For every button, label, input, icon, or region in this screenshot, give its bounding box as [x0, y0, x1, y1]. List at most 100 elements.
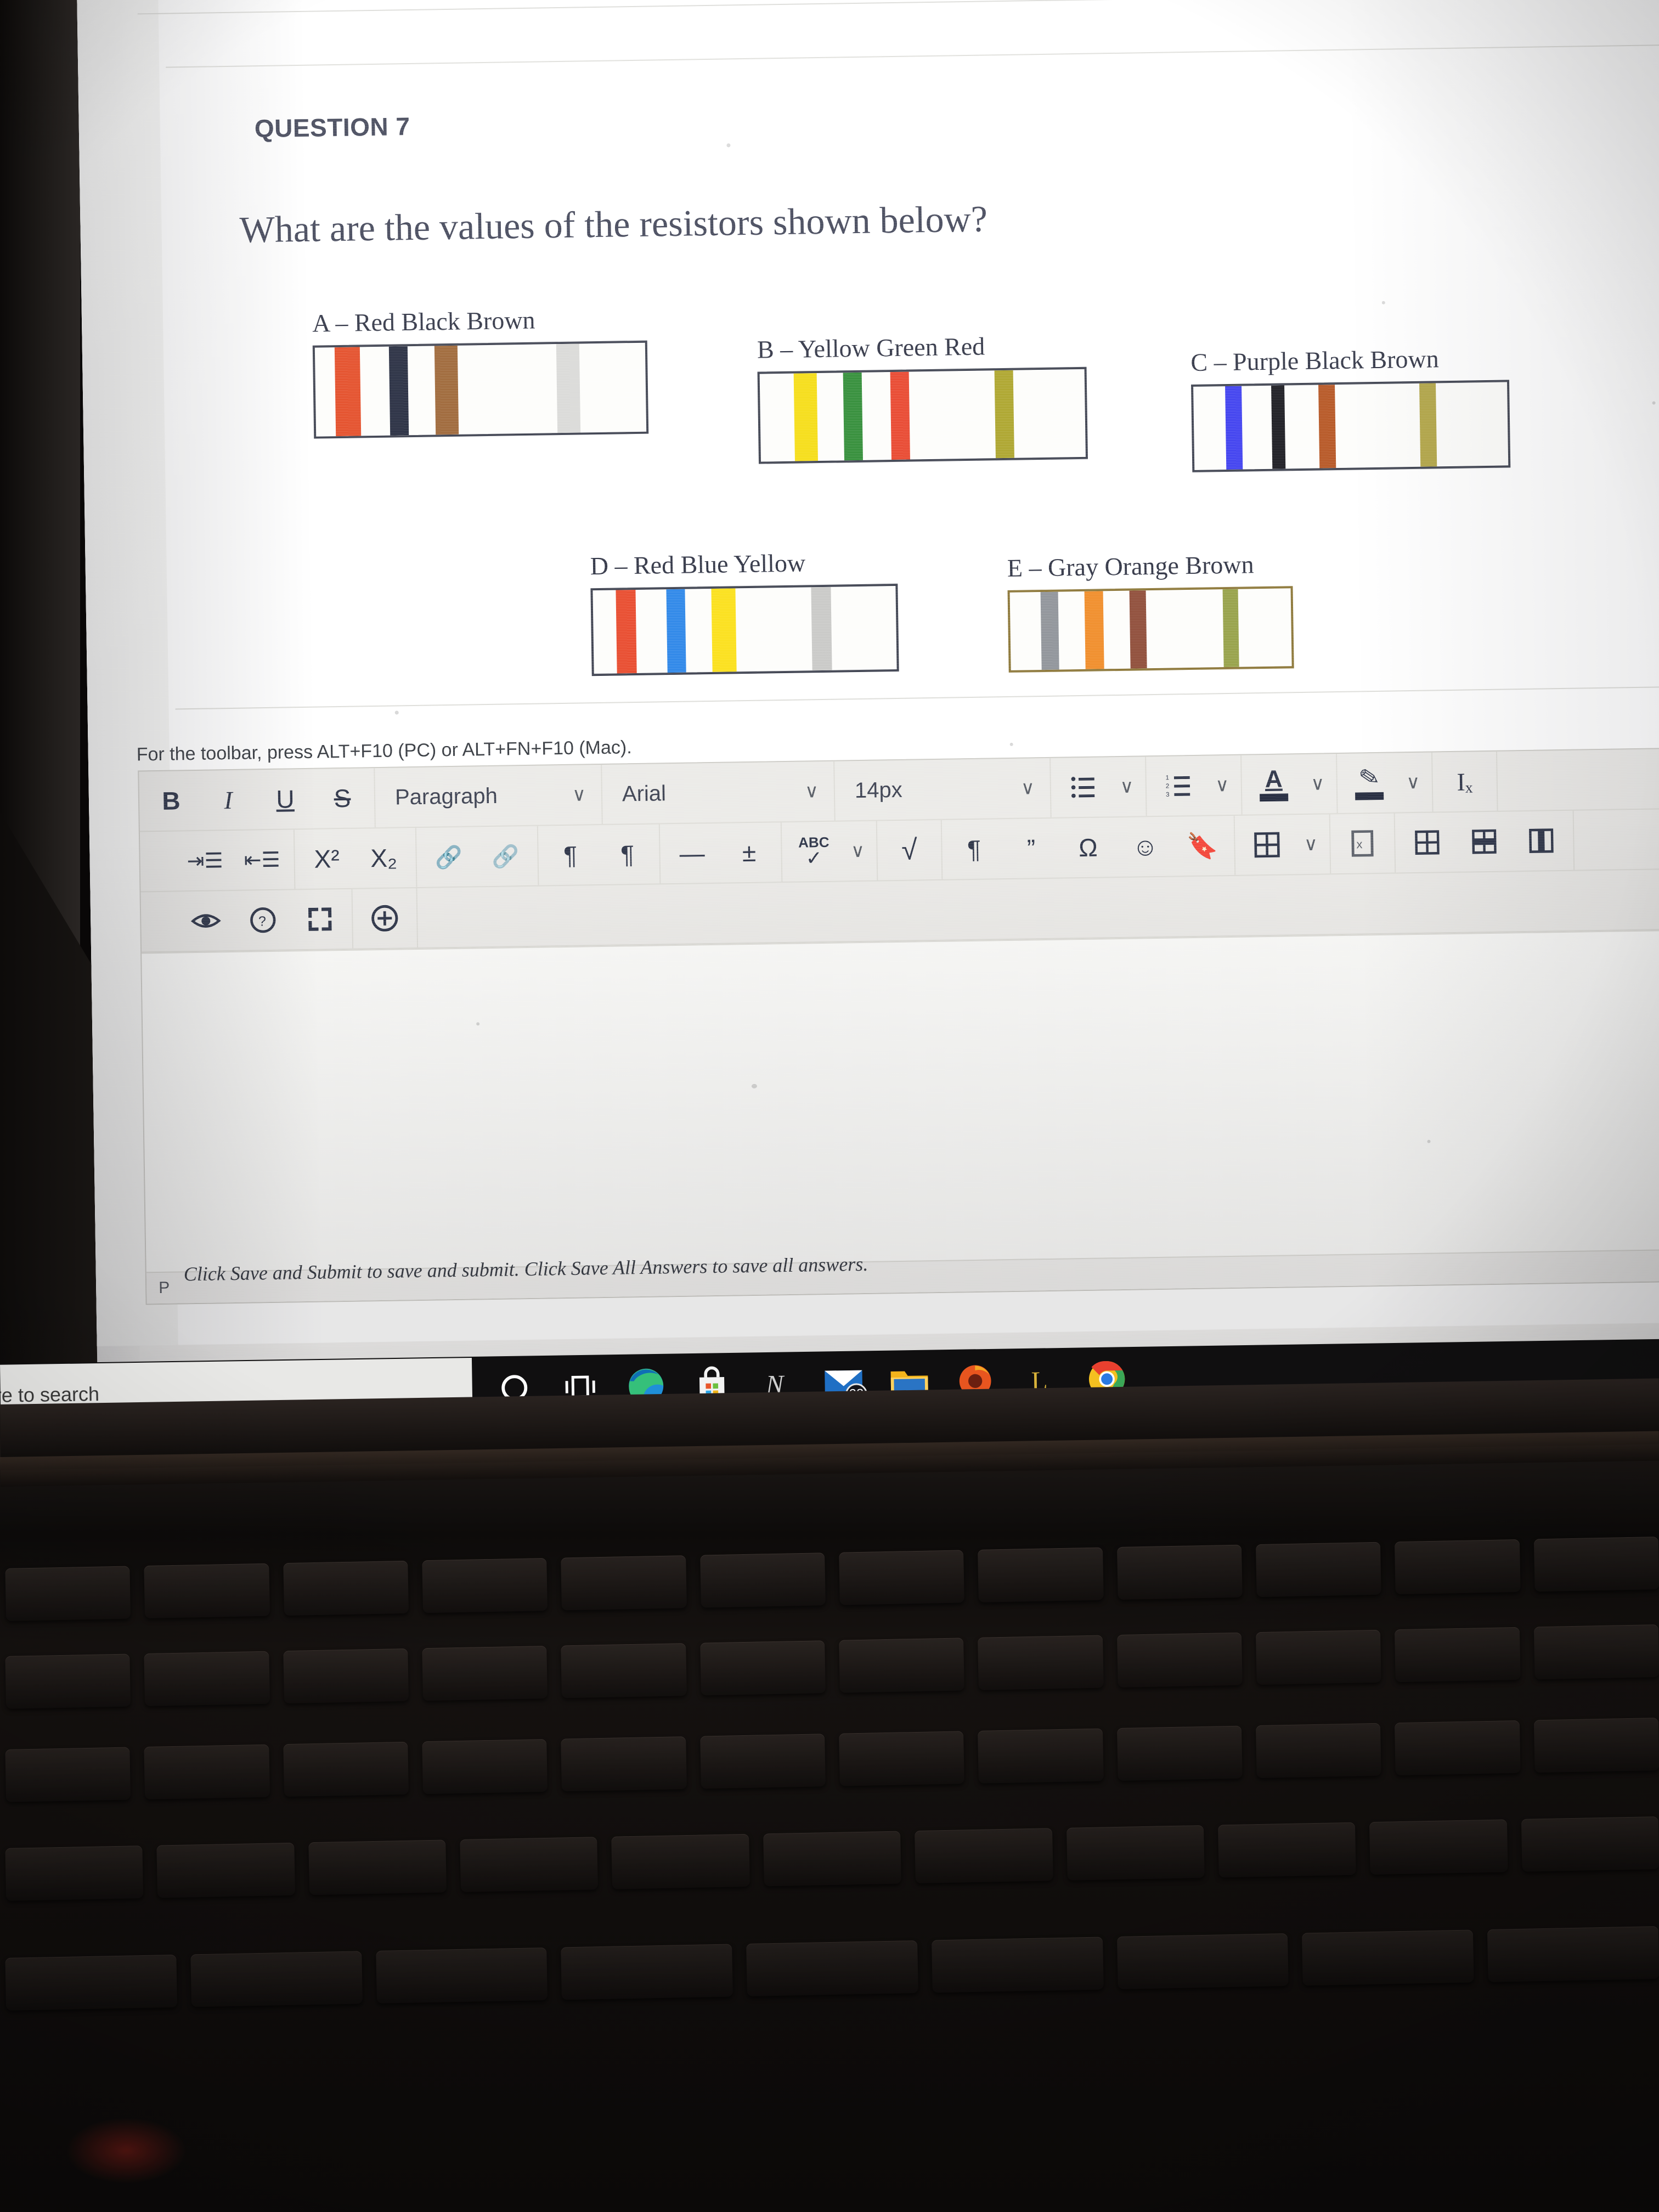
- key[interactable]: [915, 1828, 1053, 1883]
- paragraph-style-select[interactable]: Paragraph ∨: [378, 766, 598, 826]
- key[interactable]: [460, 1837, 599, 1892]
- subscript-icon[interactable]: X₂: [355, 829, 413, 887]
- toolbar-group-highlight-color[interactable]: ✎ ∨: [1337, 752, 1434, 814]
- help-icon[interactable]: ?: [234, 891, 292, 949]
- insert-table-icon[interactable]: [1238, 816, 1296, 874]
- key[interactable]: [1255, 1723, 1382, 1779]
- insert-link-icon[interactable]: 🔗: [420, 828, 478, 886]
- key[interactable]: [978, 1635, 1104, 1690]
- bullet-list-chevron-down-icon[interactable]: ∨: [1111, 758, 1143, 815]
- horizontal-rule-icon[interactable]: —: [663, 825, 721, 883]
- toolbar-group-paragraph-style[interactable]: Paragraph ∨: [375, 764, 603, 828]
- key[interactable]: [156, 1842, 295, 1898]
- font-family-select[interactable]: Arial ∨: [605, 763, 831, 823]
- key[interactable]: [978, 1547, 1104, 1602]
- key[interactable]: [1116, 1544, 1243, 1600]
- math-editor-icon[interactable]: √: [881, 821, 939, 879]
- key[interactable]: [746, 1940, 918, 1996]
- key[interactable]: [931, 1937, 1104, 1993]
- key[interactable]: [978, 1728, 1104, 1784]
- toolbar-group-font[interactable]: Arial ∨: [602, 761, 836, 824]
- key[interactable]: [1533, 1624, 1659, 1680]
- key[interactable]: [611, 1833, 750, 1889]
- key[interactable]: [1395, 1627, 1521, 1683]
- highlight-color-icon[interactable]: ✎: [1340, 754, 1398, 812]
- text-color-icon[interactable]: A: [1245, 755, 1303, 814]
- key[interactable]: [1521, 1816, 1659, 1872]
- key[interactable]: [422, 1645, 548, 1701]
- key[interactable]: [699, 1734, 826, 1789]
- key[interactable]: [144, 1651, 270, 1706]
- clear-formatting-icon[interactable]: Iₓ: [1436, 753, 1494, 811]
- key[interactable]: [1116, 1632, 1243, 1688]
- key[interactable]: [1395, 1720, 1521, 1776]
- key[interactable]: [1302, 1929, 1474, 1986]
- rtl-icon[interactable]: ¶: [599, 826, 657, 884]
- font-size-select[interactable]: 14px ∨: [838, 759, 1047, 820]
- numbered-list-icon[interactable]: 1 2 3: [1149, 757, 1207, 815]
- toolbar-group-text-color[interactable]: A ∨: [1242, 754, 1338, 815]
- italic-button[interactable]: I: [199, 771, 257, 829]
- key[interactable]: [561, 1944, 733, 2000]
- key[interactable]: [1533, 1536, 1659, 1592]
- key[interactable]: [5, 1846, 144, 1901]
- spellcheck-chevron-down-icon[interactable]: ∨: [842, 822, 874, 880]
- key[interactable]: [839, 1731, 965, 1786]
- toolbar-group-size[interactable]: 14px ∨: [834, 758, 1052, 821]
- outdent-icon[interactable]: ⇤☰: [233, 831, 291, 889]
- add-content-icon[interactable]: [356, 889, 414, 947]
- key[interactable]: [1533, 1717, 1659, 1773]
- key[interactable]: [283, 1741, 409, 1797]
- key[interactable]: [1066, 1825, 1205, 1881]
- indent-icon[interactable]: ⇥☰: [176, 832, 234, 890]
- key[interactable]: [190, 1951, 363, 2007]
- key[interactable]: [839, 1550, 965, 1605]
- strikethrough-button[interactable]: S: [313, 769, 371, 827]
- key[interactable]: [1369, 1819, 1508, 1875]
- key[interactable]: [1255, 1629, 1382, 1685]
- preview-eye-icon[interactable]: [177, 892, 235, 950]
- numbered-list-chevron-down-icon[interactable]: ∨: [1206, 757, 1238, 814]
- emoji-icon[interactable]: ☺: [1116, 818, 1175, 876]
- key[interactable]: [699, 1640, 826, 1696]
- underline-button[interactable]: U: [256, 770, 314, 828]
- key[interactable]: [144, 1744, 270, 1799]
- insert-table-chevron-down-icon[interactable]: ∨: [1295, 815, 1327, 873]
- highlight-color-chevron-down-icon[interactable]: ∨: [1397, 754, 1429, 811]
- key[interactable]: [422, 1558, 548, 1613]
- key[interactable]: [1116, 1725, 1243, 1781]
- remove-link-icon[interactable]: 🔗: [477, 827, 535, 885]
- key[interactable]: [1116, 1933, 1289, 1989]
- key[interactable]: [1487, 1926, 1659, 1982]
- page-break-icon[interactable]: ±: [720, 823, 778, 882]
- table-row-icon[interactable]: [1455, 812, 1514, 871]
- key[interactable]: [561, 1736, 687, 1792]
- delete-table-icon[interactable]: x: [1334, 815, 1392, 873]
- show-paragraph-marks-icon[interactable]: ¶: [945, 820, 1003, 878]
- key[interactable]: [375, 1947, 548, 2004]
- key[interactable]: [1395, 1539, 1521, 1595]
- special-character-icon[interactable]: Ω: [1059, 819, 1118, 877]
- key[interactable]: [763, 1831, 902, 1887]
- key[interactable]: [308, 1839, 447, 1895]
- key[interactable]: [1217, 1822, 1356, 1878]
- spellcheck-icon[interactable]: ABC ✓: [785, 822, 843, 881]
- table-cell-icon[interactable]: [1398, 814, 1457, 872]
- key[interactable]: [5, 1566, 131, 1621]
- key[interactable]: [5, 1747, 131, 1802]
- block-quote-icon[interactable]: ”: [1002, 820, 1060, 878]
- toolbar-group-numbered-list[interactable]: 1 2 3 ∨: [1146, 755, 1243, 816]
- key[interactable]: [839, 1638, 965, 1693]
- key[interactable]: [1255, 1542, 1382, 1598]
- editor-text-area[interactable]: P: [142, 929, 1659, 1304]
- text-color-chevron-down-icon[interactable]: ∨: [1302, 755, 1334, 812]
- bullet-list-icon[interactable]: [1054, 758, 1112, 816]
- key[interactable]: [5, 1954, 177, 2011]
- fullscreen-icon[interactable]: [291, 890, 349, 949]
- bookmark-icon[interactable]: 🔖: [1173, 817, 1232, 875]
- key[interactable]: [5, 1654, 131, 1709]
- key[interactable]: [561, 1555, 687, 1611]
- key[interactable]: [422, 1739, 548, 1795]
- superscript-icon[interactable]: X²: [298, 830, 356, 888]
- key[interactable]: [561, 1643, 687, 1699]
